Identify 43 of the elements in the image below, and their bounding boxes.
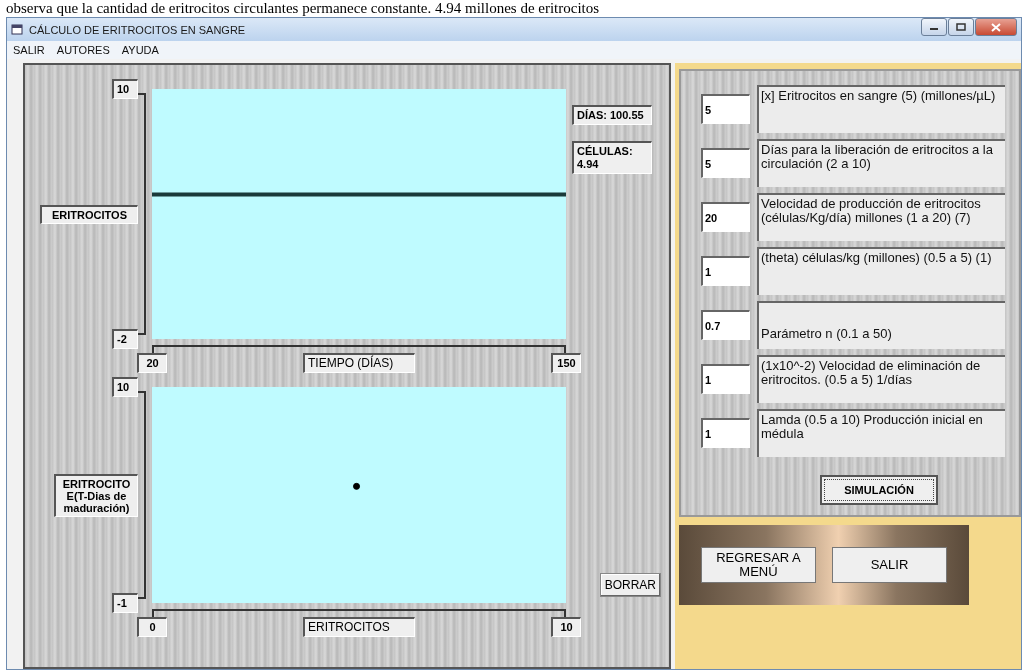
y-axis-min: -1 bbox=[112, 593, 138, 613]
maximize-button[interactable] bbox=[948, 18, 974, 36]
nav-button[interactable]: SALIR bbox=[832, 547, 947, 583]
y-axis-max: 10 bbox=[112, 79, 138, 99]
parameter-field[interactable]: 5 bbox=[701, 94, 750, 124]
parameter-label: Velocidad de producción de eritrocitos (células/Kg/día) millones (1 a 20) (7) bbox=[757, 193, 1005, 241]
y-axis-title: ERITROCITO E(T-Dias de maduración) bbox=[54, 473, 138, 517]
nav-button[interactable]: REGRESAR A MENÚ bbox=[701, 547, 816, 583]
x-axis-title: TIEMPO (DÍAS) bbox=[303, 353, 415, 373]
minimize-button[interactable] bbox=[921, 18, 947, 36]
parameter-label: (1x10^-2) Velocidad de eliminación de eritrocitos. (0.5 a 5) 1/días bbox=[757, 355, 1005, 403]
x-axis-min: 0 bbox=[137, 617, 167, 637]
window-title: CÁLCULO DE ERITROCITOS EN SANGRE bbox=[29, 23, 247, 36]
close-icon bbox=[991, 22, 1001, 32]
close-button[interactable] bbox=[975, 18, 1017, 36]
x-axis-max: 150 bbox=[551, 353, 581, 373]
clear-button[interactable]: BORRAR bbox=[599, 573, 661, 597]
menu-item[interactable]: AUTORES bbox=[56, 44, 110, 56]
parameter-label: (theta) células/kg (millones) (0.5 a 5) (1) bbox=[757, 247, 1005, 295]
y-axis-title: ERITROCITOS bbox=[40, 204, 138, 224]
parameter-label: Lamda (0.5 a 10) Producción inicial en médula bbox=[757, 409, 1005, 457]
parameter-label: [x] Eritrocitos en sangre (5) (millones/µL) bbox=[757, 85, 1005, 133]
readout-label: CÉLULAS: 4.94 bbox=[572, 141, 652, 174]
parameter-field[interactable]: 5 bbox=[701, 148, 750, 178]
menu-item[interactable]: SALIR bbox=[13, 44, 45, 56]
parameter-field[interactable]: 1 bbox=[701, 364, 750, 394]
window-icon bbox=[11, 24, 23, 35]
parameter-field[interactable]: 1 bbox=[701, 418, 750, 448]
y-axis-min: -2 bbox=[112, 329, 138, 349]
simulate-button[interactable]: SIMULACIÓN bbox=[820, 475, 938, 505]
parameter-label: Parámetro n (0.1 a 50) bbox=[757, 301, 1005, 349]
x-axis-title: ERITROCITOS bbox=[303, 617, 415, 637]
y-axis-max: 10 bbox=[112, 377, 138, 397]
x-axis-min: 20 bbox=[137, 353, 167, 373]
maximize-icon bbox=[956, 23, 966, 31]
menu-item[interactable]: AYUDA bbox=[121, 44, 159, 56]
parameter-field[interactable]: 0.7 bbox=[701, 310, 750, 340]
readout-label: DÍAS: 100.55 bbox=[572, 105, 652, 125]
parameter-label: Días para la liberación de eritrocitos a la circulación (2 a 10) bbox=[757, 139, 1005, 187]
parameter-field[interactable]: 1 bbox=[701, 256, 750, 286]
parameter-field[interactable]: 20 bbox=[701, 202, 750, 232]
x-axis-max: 10 bbox=[551, 617, 581, 637]
caption-text: observa que la cantidad de eritrocitos circulantes permanece constante. 4.94 millones de eritrocitos bbox=[5, 0, 600, 17]
